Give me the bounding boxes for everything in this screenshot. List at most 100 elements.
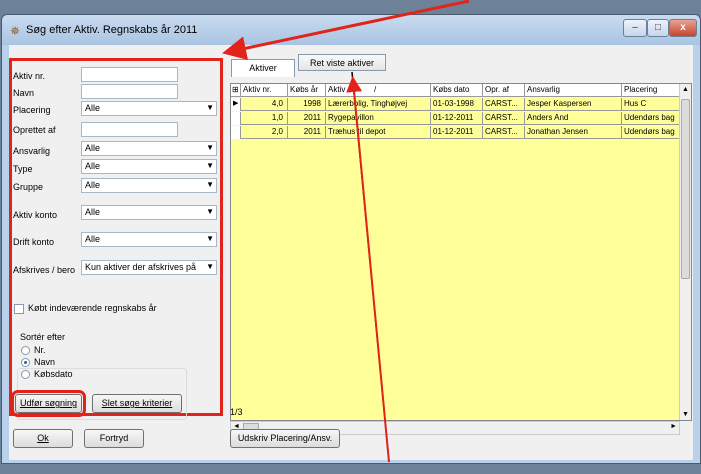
oprettet-af-label: Oprettet af	[13, 125, 56, 135]
chevron-down-icon: ▼	[206, 180, 214, 189]
record-count: 1/3	[230, 407, 243, 417]
aktiv-konto-label: Aktiv konto	[13, 210, 58, 220]
col-ansvarlig[interactable]: Ansvarlig	[525, 84, 622, 97]
chevron-down-icon: ▼	[206, 161, 214, 170]
table-cell: 2011	[288, 112, 326, 125]
table-cell: Anders And	[525, 112, 622, 125]
tab-aktiver[interactable]: Aktiver	[231, 59, 295, 77]
chevron-down-icon: ▼	[206, 234, 214, 243]
table-cell: 01-03-1998	[431, 98, 483, 111]
gruppe-select[interactable]: Alle ▼	[81, 178, 217, 193]
ansvarlig-select[interactable]: Alle ▼	[81, 141, 217, 156]
gruppe-value: Alle	[85, 180, 101, 190]
search-button[interactable]: Udfør søgning	[11, 390, 86, 417]
table-cell: Rygepavillon	[326, 112, 431, 125]
table-cell: Jesper Kaspersen	[525, 98, 622, 111]
table-row[interactable]: 1,0 2011 Rygepavillon 01-12-2011 CARST... And…	[231, 112, 679, 125]
afskrives-label: Afskrives / bero	[13, 265, 76, 275]
table-cell: Udendørs bag	[624, 127, 675, 136]
oprettet-af-input[interactable]	[81, 122, 178, 137]
drift-konto-select[interactable]: Alle ▼	[81, 232, 217, 247]
table-cell: 01-12-2011	[431, 126, 483, 139]
afskrives-value: Kun aktiver der afskrives på	[85, 262, 197, 272]
sort-label: Sortér efter	[20, 332, 66, 342]
chevron-down-icon: ▼	[206, 207, 214, 216]
table-cell: Træhus til depot	[326, 126, 431, 139]
table-cell: CARST...	[483, 126, 525, 139]
table-cell: Hus C	[624, 99, 647, 108]
row-selector[interactable]: ▶	[231, 98, 241, 111]
row-selector[interactable]	[231, 112, 241, 125]
aktiv-konto-value: Alle	[85, 207, 101, 217]
kobt-label: Købt indeværende regnskabs år	[28, 303, 157, 313]
sort-radio-nr[interactable]	[21, 346, 30, 355]
row-selector[interactable]	[231, 126, 241, 139]
assets-grid: ⊞ Aktiv nr. Købs år Aktiv / Købs dato Op…	[230, 83, 692, 421]
type-value: Alle	[85, 161, 101, 171]
col-aktiv[interactable]: Aktiv /	[326, 84, 431, 97]
sort-option-nr: Nr.	[34, 345, 46, 355]
app-icon: ✵	[9, 24, 21, 38]
drift-konto-value: Alle	[85, 234, 101, 244]
sort-radio-kobsdato[interactable]	[21, 370, 30, 379]
table-cell: CARST...	[483, 98, 525, 111]
table-cell: Lærerbolig, Tinghøjvej	[326, 98, 431, 111]
placering-value: Alle	[85, 103, 101, 113]
minimize-button[interactable]: –	[623, 19, 647, 37]
table-cell: 4,0	[241, 98, 288, 111]
kobt-checkbox[interactable]	[14, 304, 24, 314]
col-aktiv-nr[interactable]: Aktiv nr.	[241, 84, 288, 97]
aktiv-konto-select[interactable]: Alle ▼	[81, 205, 217, 220]
grid-corner-icon[interactable]: ⊞	[231, 84, 241, 97]
title-bar[interactable]: ✵ Søg efter Aktiv. Regnskabs år 2011 – □…	[2, 15, 700, 45]
client-area: Aktiv nr. Navn Placering Alle ▼ Oprettet…	[9, 45, 693, 460]
chevron-down-icon: ▼	[206, 103, 214, 112]
table-cell: 2011	[288, 126, 326, 139]
close-button[interactable]: x	[669, 19, 697, 37]
window-title: Søg efter Aktiv. Regnskabs år 2011	[26, 24, 198, 36]
aktiv-nr-label: Aktiv nr.	[13, 71, 46, 81]
chevron-down-icon: ▼	[206, 262, 214, 271]
ansvarlig-label: Ansvarlig	[13, 146, 51, 156]
navn-input[interactable]	[81, 84, 178, 99]
table-cell: 2,0	[241, 126, 288, 139]
type-select[interactable]: Alle ▼	[81, 159, 217, 174]
scroll-thumb[interactable]	[681, 99, 690, 279]
aktiv-nr-input[interactable]	[81, 67, 178, 82]
grid-header: ⊞ Aktiv nr. Købs år Aktiv / Købs dato Op…	[231, 84, 679, 97]
ansvarlig-value: Alle	[85, 143, 101, 153]
table-cell: Jonathan Jensen	[525, 126, 622, 139]
print-placering-button[interactable]: Udskriv Placering/Ansv.	[230, 429, 340, 448]
type-label: Type	[13, 164, 33, 174]
vertical-scrollbar[interactable]: ▲ ▼	[679, 84, 691, 420]
table-cell: 1998	[288, 98, 326, 111]
placering-label: Placering	[13, 105, 51, 115]
table-row[interactable]: 2,0 2011 Træhus til depot 01-12-2011 CARST..…	[231, 126, 679, 139]
sort-option-navn: Navn	[34, 357, 56, 367]
table-cell: Udendørs bag	[624, 113, 675, 122]
filter-panel: Aktiv nr. Navn Placering Alle ▼ Oprettet…	[9, 58, 223, 420]
table-row[interactable]: ▶ 4,0 1998 Lærerbolig, Tinghøjvej 01-03-1998…	[231, 98, 679, 111]
maximize-button[interactable]: □	[647, 19, 669, 37]
tab-ret-viste-aktiver[interactable]: Ret viste aktiver	[298, 54, 386, 71]
table-cell: 01-12-2011	[431, 112, 483, 125]
ok-button[interactable]: Ok	[13, 429, 73, 448]
afskrives-select[interactable]: Kun aktiver der afskrives på ▼	[81, 260, 217, 275]
col-kobs-dato[interactable]: Købs dato	[431, 84, 483, 97]
col-kobs-ar[interactable]: Købs år	[288, 84, 326, 97]
table-cell: 1,0	[241, 112, 288, 125]
clear-criteria-button[interactable]: Slet søge kriterier	[92, 394, 182, 413]
sort-radio-navn[interactable]	[21, 358, 30, 367]
sort-indicator: /	[374, 85, 377, 94]
col-placering[interactable]: Placering	[622, 84, 681, 97]
gruppe-label: Gruppe	[13, 182, 44, 192]
col-opr-af[interactable]: Opr. af	[483, 84, 525, 97]
cancel-button[interactable]: Fortryd	[84, 429, 144, 448]
scroll-down-icon[interactable]: ▼	[682, 411, 689, 418]
sort-option-kobsdato: Købsdato	[34, 369, 73, 379]
col-aktiv-label: Aktiv	[328, 85, 346, 94]
drift-konto-label: Drift konto	[13, 237, 55, 247]
scroll-right-icon[interactable]: ►	[670, 423, 677, 430]
placering-select[interactable]: Alle ▼	[81, 101, 217, 116]
scroll-up-icon[interactable]: ▲	[682, 86, 689, 93]
